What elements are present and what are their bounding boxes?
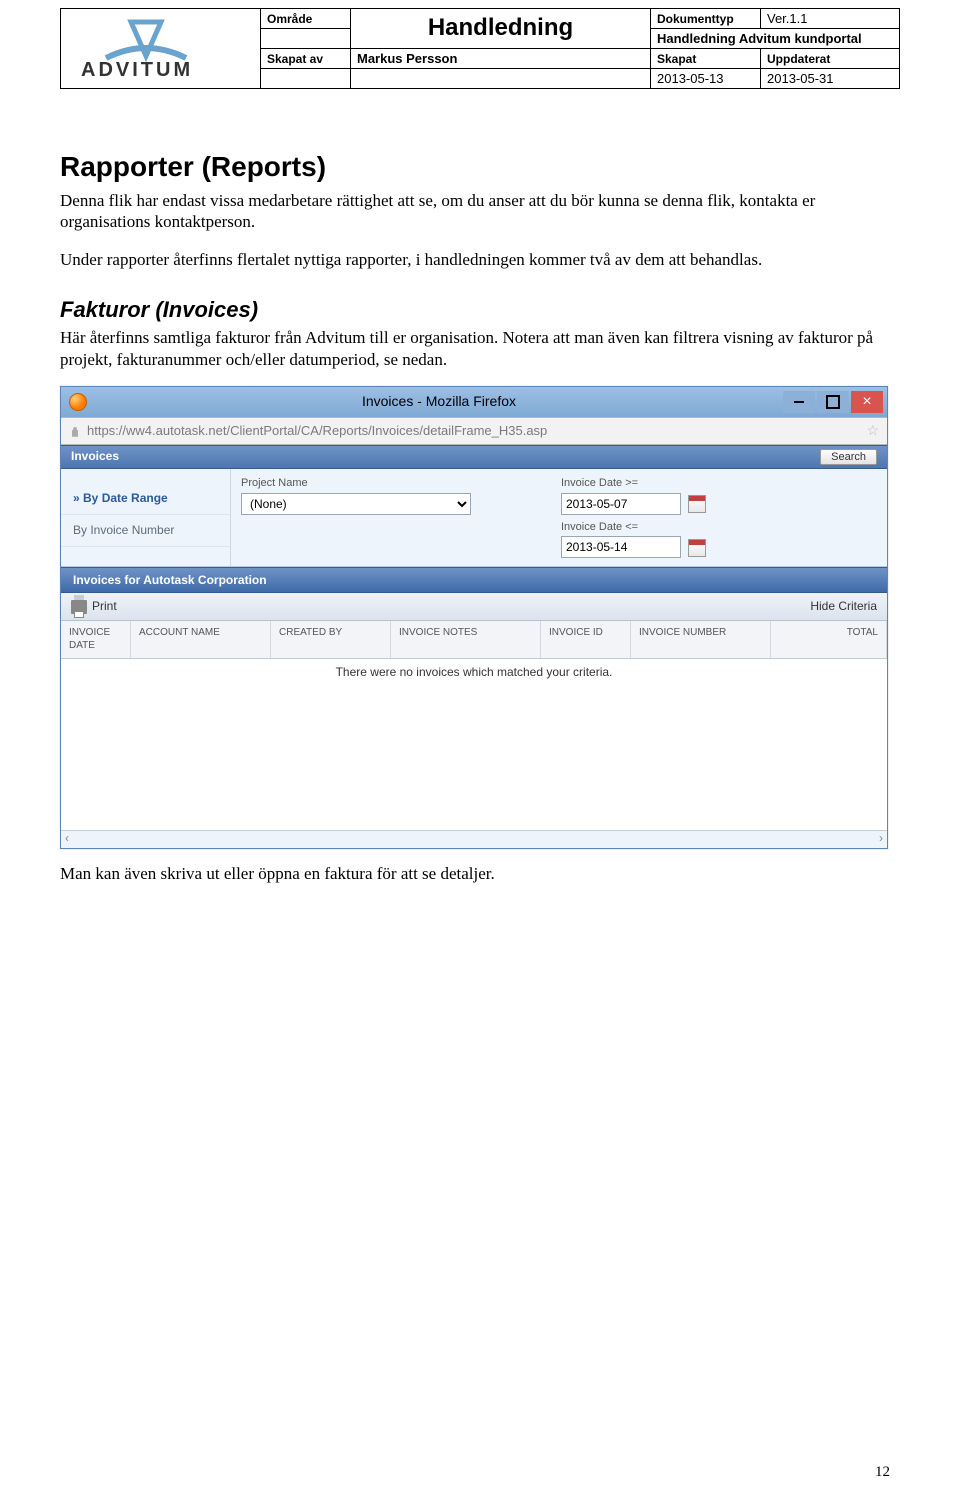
filter-panel: By Date Range By Invoice Number Project … [61,469,887,568]
logo-cell: ADVITUM [60,8,260,89]
version: Ver.1.1 [761,9,900,29]
invoice-date-ge-input[interactable] [561,493,681,515]
omrade-label: Område [267,12,312,26]
heading-fakturor: Fakturor (Invoices) [60,296,900,324]
firefox-icon [69,393,87,411]
skapat-label: Skapat [657,52,696,66]
window-titlebar[interactable]: Invoices - Mozilla Firefox [61,387,887,417]
invoice-date-le-input[interactable] [561,536,681,558]
table-empty-message: There were no invoices which matched you… [61,659,887,830]
section-header-invoices-for: Invoices for Autotask Corporation [61,567,887,593]
paragraph: Denna flik har endast vissa medarbetare … [60,190,900,233]
address-bar[interactable]: https://ww4.autotask.net/ClientPortal/CA… [61,417,887,445]
table-header: INVOICE DATE ACCOUNT NAME CREATED BY INV… [61,621,887,659]
skapat-av: Markus Persson [351,49,651,69]
bookmark-star-icon[interactable]: ☆ [866,422,879,440]
minimize-button[interactable] [783,391,815,413]
invoice-date-ge-label: Invoice Date >= [561,477,801,491]
calendar-icon[interactable] [688,539,706,557]
maximize-button[interactable] [817,391,849,413]
heading-rapporter: Rapporter (Reports) [60,149,900,184]
scroll-left-icon[interactable]: ‹ [65,831,69,848]
invoice-date-le-label: Invoice Date <= [561,521,801,535]
results-toolbar: Print Hide Criteria [61,593,887,621]
calendar-icon[interactable] [688,495,706,513]
page-number: 12 [875,1464,890,1481]
close-button[interactable] [851,391,883,413]
sidebar-item-by-invoice-number[interactable]: By Invoice Number [61,515,230,547]
project-name-select[interactable]: (None) [241,493,471,515]
print-button[interactable]: Print [71,599,117,614]
subtitle: Handledning Advitum kundportal [651,29,900,49]
panel-header-invoices: Invoices Search [61,445,887,469]
main-title: Handledning [428,14,573,41]
skapat-date: 2013-05-13 [651,69,761,89]
search-button[interactable]: Search [820,449,877,465]
printer-icon [71,600,87,614]
uppdaterat-date: 2013-05-31 [761,69,900,89]
browser-window: Invoices - Mozilla Firefox https://ww4.a… [60,386,888,850]
url-text: https://ww4.autotask.net/ClientPortal/CA… [87,423,547,439]
col-invoice-id[interactable]: INVOICE ID [541,621,631,658]
logo-text: ADVITUM [81,59,193,81]
document-header: ADVITUM Område Handledning Dokumenttyp V… [0,0,960,89]
skapat-av-label: Skapat av [267,52,323,66]
col-invoice-date[interactable]: INVOICE DATE [61,621,131,658]
project-name-label: Project Name [241,477,521,491]
hide-criteria-link[interactable]: Hide Criteria [810,599,877,614]
project-name-field: Project Name (None) [241,477,521,515]
filter-sidebar: By Date Range By Invoice Number [61,469,231,567]
col-invoice-number[interactable]: INVOICE NUMBER [631,621,771,658]
invoice-date-ge-field: Invoice Date >= [561,477,801,515]
dokumenttyp-label: Dokumenttyp [657,12,734,26]
window-title: Invoices - Mozilla Firefox [95,393,783,411]
horizontal-scrollbar[interactable]: ‹ › [61,830,887,848]
paragraph: Under rapporter återfinns flertalet nytt… [60,249,900,270]
panel-title: Invoices [71,449,119,464]
uppdaterat-label: Uppdaterat [767,52,830,66]
paragraph: Man kan även skriva ut eller öppna en fa… [60,863,900,884]
advitum-logo: ADVITUM [71,14,251,84]
document-body: Rapporter (Reports) Denna flik har endas… [0,89,960,885]
col-total[interactable]: TOTAL [771,621,887,658]
paragraph: Här återfinns samtliga fakturor från Adv… [60,327,900,370]
sidebar-item-by-date-range[interactable]: By Date Range [61,483,230,515]
col-created-by[interactable]: CREATED BY [271,621,391,658]
scroll-right-icon[interactable]: › [879,831,883,848]
col-account-name[interactable]: ACCOUNT NAME [131,621,271,658]
invoice-date-le-field: Invoice Date <= [561,521,801,559]
lock-icon [69,425,81,437]
col-invoice-notes[interactable]: INVOICE NOTES [391,621,541,658]
